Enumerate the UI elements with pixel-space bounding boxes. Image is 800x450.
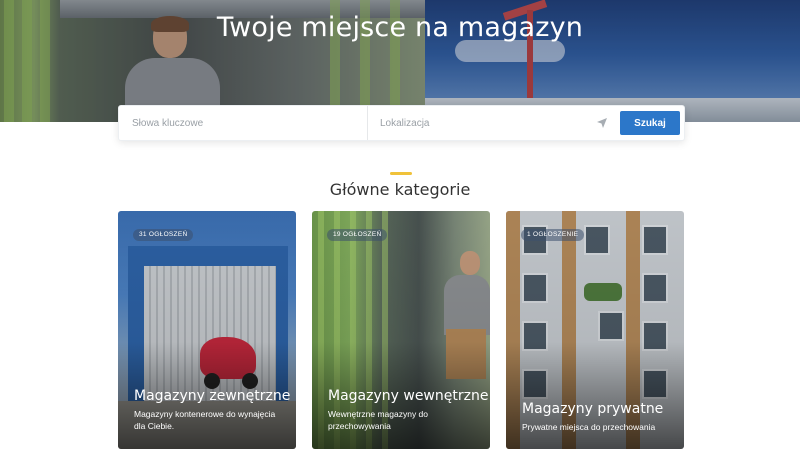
listing-count-badge: 31 OGŁOSZEŃ [133,229,194,241]
category-title: Magazyny prywatne [522,401,664,417]
search-bar: Szukaj [118,105,685,141]
hero-banner: Twoje miejsce na magazyn [0,0,800,122]
section-title: Główne kategorie [329,180,471,199]
location-input[interactable] [368,106,588,140]
section-accent-line [390,172,412,175]
hero-title: Twoje miejsce na magazyn [216,12,584,43]
category-description: Magazyny kontenerowe do wynajęcia dla Ci… [134,409,276,431]
category-card-private[interactable]: 1 OGŁOSZENIE Magazyny prywatne Prywatne … [506,211,684,449]
keywords-input[interactable] [119,106,367,140]
category-title: Magazyny zewnętrzne [134,388,291,404]
category-description: Wewnętrzne magazyny do przechowywania [328,409,429,431]
category-title: Magazyny wewnętrzne [328,388,489,404]
category-description: Prywatne miejsca do przechowania [522,422,656,432]
location-arrow-icon[interactable] [596,117,608,129]
search-button[interactable]: Szukaj [620,111,680,135]
listing-count-badge: 1 OGŁOSZENIE [521,229,585,241]
listing-count-badge: 19 OGŁOSZEŃ [327,229,388,241]
category-card-indoor[interactable]: 19 OGŁOSZEŃ Magazyny wewnętrzne Wewnętrz… [312,211,490,449]
category-card-outdoor[interactable]: 31 OGŁOSZEŃ Magazyny zewnętrzne Magazyny… [118,211,296,449]
